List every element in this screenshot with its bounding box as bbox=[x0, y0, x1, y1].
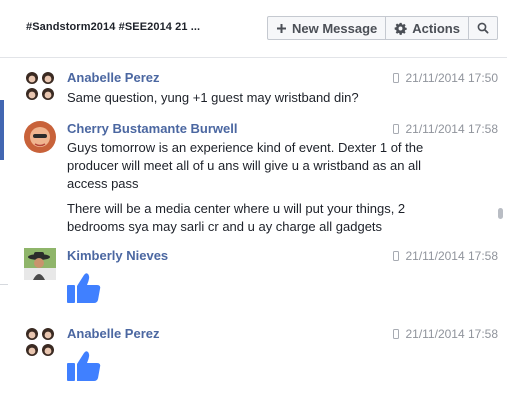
avatar-grid-image bbox=[24, 326, 56, 358]
avatar[interactable] bbox=[24, 121, 56, 153]
timestamp-text: 21/11/2014 17:58 bbox=[405, 122, 498, 136]
message-text: Same question, yung +1 guest may wristba… bbox=[67, 90, 359, 105]
message-timestamp: 21/11/2014 17:50 bbox=[393, 71, 498, 85]
avatar-photo-image bbox=[24, 121, 56, 153]
text-line: access pass bbox=[67, 176, 139, 191]
conversation-header: #Sandstorm2014 #SEE2014 21 ... New Messa… bbox=[0, 0, 507, 58]
message-list[interactable]: Anabelle Perez 21/11/2014 17:50 Same que… bbox=[0, 58, 507, 407]
thumbs-up-icon bbox=[67, 273, 101, 303]
actions-label: Actions bbox=[412, 20, 460, 36]
mobile-phone-icon bbox=[393, 251, 400, 261]
message-paragraph: There will be a media center where u wil… bbox=[67, 200, 491, 236]
thumbs-up-icon bbox=[67, 351, 101, 381]
toolbar: New Message Actions bbox=[267, 16, 498, 40]
text-line: Guys tomorrow is an experience kind of e… bbox=[67, 140, 424, 155]
author-name[interactable]: Cherry Bustamante Burwell bbox=[67, 121, 238, 136]
avatar[interactable] bbox=[24, 70, 56, 102]
new-message-label: New Message bbox=[292, 20, 378, 36]
text-line: There will be a media center where u wil… bbox=[67, 201, 406, 216]
timestamp-text: 21/11/2014 17:58 bbox=[405, 249, 498, 263]
new-message-button[interactable]: New Message bbox=[268, 17, 387, 39]
search-button[interactable] bbox=[469, 17, 497, 39]
author-name[interactable]: Anabelle Perez bbox=[67, 326, 160, 341]
avatar[interactable] bbox=[24, 248, 56, 280]
avatar-grid-image bbox=[24, 70, 56, 102]
timestamp-text: 21/11/2014 17:50 bbox=[405, 71, 498, 85]
gear-icon bbox=[394, 22, 407, 35]
message-item: Anabelle Perez 21/11/2014 17:50 Same que… bbox=[24, 70, 498, 110]
text-line: producer will meet all of u ans will giv… bbox=[67, 158, 422, 173]
avatar-photo-hat-image bbox=[24, 248, 56, 280]
message-timestamp: 21/11/2014 17:58 bbox=[393, 249, 498, 263]
plus-icon bbox=[277, 23, 286, 33]
thread-title[interactable]: #Sandstorm2014 #SEE2014 21 ... bbox=[26, 21, 200, 33]
actions-button[interactable]: Actions bbox=[386, 17, 469, 39]
avatar[interactable] bbox=[24, 326, 56, 358]
search-icon bbox=[477, 22, 489, 34]
message-paragraph: Guys tomorrow is an experience kind of e… bbox=[67, 139, 491, 193]
mobile-phone-icon bbox=[393, 73, 400, 83]
author-name[interactable]: Kimberly Nieves bbox=[67, 248, 168, 263]
scrollbar-thumb[interactable] bbox=[498, 208, 503, 219]
message-timestamp: 21/11/2014 17:58 bbox=[393, 327, 498, 341]
timestamp-text: 21/11/2014 17:58 bbox=[405, 327, 498, 341]
message-item: Kimberly Nieves 21/11/2014 17:58 bbox=[24, 248, 498, 312]
mobile-phone-icon bbox=[393, 329, 400, 339]
author-name[interactable]: Anabelle Perez bbox=[67, 70, 160, 85]
message-item: Cherry Bustamante Burwell 21/11/2014 17:… bbox=[24, 121, 498, 236]
text-line: bedrooms sya may sarli cr and u ay charg… bbox=[67, 219, 383, 234]
message-timestamp: 21/11/2014 17:58 bbox=[393, 122, 498, 136]
mobile-phone-icon bbox=[393, 124, 400, 134]
message-item: Anabelle Perez 21/11/2014 17:58 bbox=[24, 326, 498, 390]
